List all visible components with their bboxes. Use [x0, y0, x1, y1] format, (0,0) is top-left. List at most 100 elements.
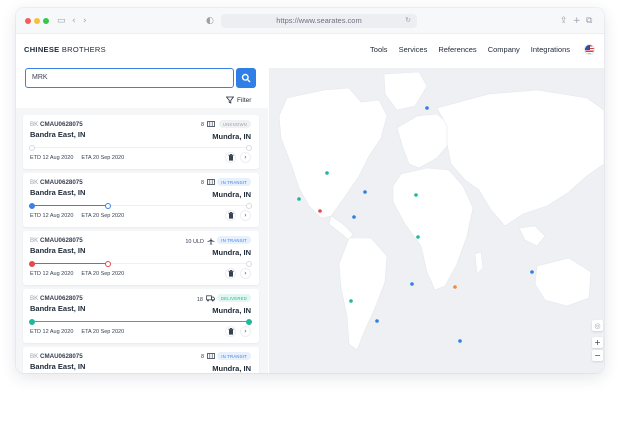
trash-icon: [227, 212, 234, 219]
shipment-card[interactable]: BK CMAU0628075 8 IN TRANSIT Bandra East, IN…: [23, 173, 259, 227]
map-marker: [414, 193, 418, 197]
booking-prefix: BK: [30, 353, 39, 360]
origin-port: Bandra East, IN: [30, 130, 86, 139]
route-end-node: [246, 144, 252, 151]
shipment-dates: ETD 12 Aug 2020 ETA 20 Sep 2020: [30, 155, 124, 161]
container-info: 18: [197, 295, 215, 304]
status-badge: DELIVERED: [216, 294, 251, 302]
share-icon[interactable]: ⇪: [560, 15, 568, 27]
map-marker: [349, 299, 353, 303]
route-start-node: [29, 260, 35, 267]
sidebar-icon[interactable]: ▭: [57, 15, 66, 27]
shipment-card[interactable]: BK CMAU0628075 18 DELIVERED Bandra East, IN…: [23, 289, 259, 343]
nav-link-services[interactable]: Services: [399, 45, 428, 54]
central-america-land: [328, 215, 354, 241]
zoom-out-button[interactable]: −: [592, 350, 603, 361]
browser-window: ▭ ‹ › ◐ https://www.searates.com ↻ ⇪ + ⧉…: [16, 8, 604, 373]
origin-port: Bandra East, IN: [30, 188, 86, 197]
main-nav: Tools Services References Company Integr…: [370, 45, 570, 54]
delete-button[interactable]: [225, 326, 236, 337]
chevron-right-icon: ›: [244, 270, 247, 277]
route-progress-fill: [32, 321, 249, 322]
shipment-card[interactable]: BK CMAU0628075 8 IN TRANSIT Bandra East, IN…: [23, 347, 259, 373]
new-tab-icon[interactable]: +: [573, 15, 581, 27]
forward-icon[interactable]: ›: [83, 15, 87, 27]
booking-number: BK CMAU0628075: [30, 237, 83, 244]
world-map[interactable]: ◎ + −: [269, 68, 604, 373]
container-icon: [207, 353, 215, 361]
route-progress: [29, 202, 252, 209]
booking-id: CMAU0628075: [40, 353, 83, 360]
southeast-asia-land: [518, 225, 546, 247]
africa-land: [392, 167, 474, 291]
booking-prefix: BK: [30, 179, 39, 186]
search-button[interactable]: [236, 68, 256, 88]
zoom-in-button[interactable]: +: [592, 337, 603, 348]
shipment-list[interactable]: BK CMAU0628075 8 UNKNOWN Bandra East, IN Mun…: [16, 108, 268, 373]
destination-port: Mundra, IN: [212, 248, 251, 257]
minimize-window-button[interactable]: [34, 18, 40, 24]
eta-date: ETA 20 Sep 2020: [81, 271, 125, 277]
browser-titlebar: ▭ ‹ › ◐ https://www.searates.com ↻ ⇪ + ⧉: [16, 8, 604, 34]
nav-link-references[interactable]: References: [438, 45, 476, 54]
plane-icon: [207, 237, 215, 247]
filter-button[interactable]: Filter: [226, 96, 251, 104]
south-america-land: [338, 237, 388, 351]
container-info: 8: [201, 179, 215, 187]
search-input[interactable]: MRK: [25, 68, 234, 88]
open-shipment-button[interactable]: ›: [240, 152, 251, 163]
us-flag-icon[interactable]: [584, 44, 595, 55]
shipment-dates: ETD 12 Aug 2020 ETA 20 Sep 2020: [30, 329, 124, 335]
etd-date: ETD 12 Aug 2020: [30, 329, 74, 335]
reload-icon[interactable]: ↻: [405, 16, 411, 24]
url-text: https://www.searates.com: [276, 16, 362, 25]
container-info: 8: [201, 121, 215, 129]
tabs-overview-icon[interactable]: ⧉: [586, 15, 592, 27]
delete-button[interactable]: [225, 210, 236, 221]
world-map-canvas[interactable]: [269, 68, 604, 373]
booking-number: BK CMAU0628075: [30, 353, 83, 360]
trash-icon: [227, 154, 234, 161]
booking-number: BK CMAU0628075: [30, 179, 83, 186]
status-badge: IN TRANSIT: [217, 352, 251, 360]
locate-button[interactable]: ◎: [592, 320, 603, 331]
close-window-button[interactable]: [25, 18, 31, 24]
map-marker: [458, 339, 462, 343]
route-start-node: [29, 144, 35, 151]
nav-link-integrations[interactable]: Integrations: [531, 45, 570, 54]
madagascar-land: [474, 251, 484, 275]
maximize-window-button[interactable]: [43, 18, 49, 24]
etd-date: ETD 12 Aug 2020: [30, 155, 74, 161]
nav-link-tools[interactable]: Tools: [370, 45, 388, 54]
route-progress-fill: [32, 263, 108, 264]
booking-prefix: BK: [30, 237, 39, 244]
origin-port: Bandra East, IN: [30, 362, 86, 371]
map-marker: [318, 209, 322, 213]
shipment-card[interactable]: BK CMAU0628075 10 ULD IN TRANSIT Bandra Eas…: [23, 231, 259, 285]
north-america-land: [278, 87, 388, 219]
booking-id: CMAU0628075: [40, 121, 83, 128]
eta-date: ETA 20 Sep 2020: [81, 155, 125, 161]
booking-number: BK CMAU0628075: [30, 121, 83, 128]
open-shipment-button[interactable]: ›: [240, 326, 251, 337]
etd-date: ETD 12 Aug 2020: [30, 213, 74, 219]
map-marker: [453, 285, 457, 289]
container-count: 10 ULD: [185, 239, 204, 245]
brand-logo[interactable]: CHINESE BROTHERS: [24, 45, 106, 54]
back-icon[interactable]: ‹: [72, 15, 76, 27]
address-bar[interactable]: https://www.searates.com ↻: [221, 14, 417, 28]
open-shipment-button[interactable]: ›: [240, 268, 251, 279]
container-icon: [207, 179, 215, 187]
map-marker: [363, 190, 367, 194]
container-info: 8: [201, 353, 215, 361]
route-start-node: [29, 202, 35, 209]
nav-link-company[interactable]: Company: [488, 45, 520, 54]
container-count: 8: [200, 180, 204, 186]
container-info: 10 ULD: [185, 237, 215, 247]
shipment-card[interactable]: BK CMAU0628075 8 UNKNOWN Bandra East, IN Mun…: [23, 115, 259, 169]
booking-prefix: BK: [30, 121, 39, 128]
delete-button[interactable]: [225, 268, 236, 279]
open-shipment-button[interactable]: ›: [240, 210, 251, 221]
delete-button[interactable]: [225, 152, 236, 163]
search-icon: [241, 73, 251, 83]
